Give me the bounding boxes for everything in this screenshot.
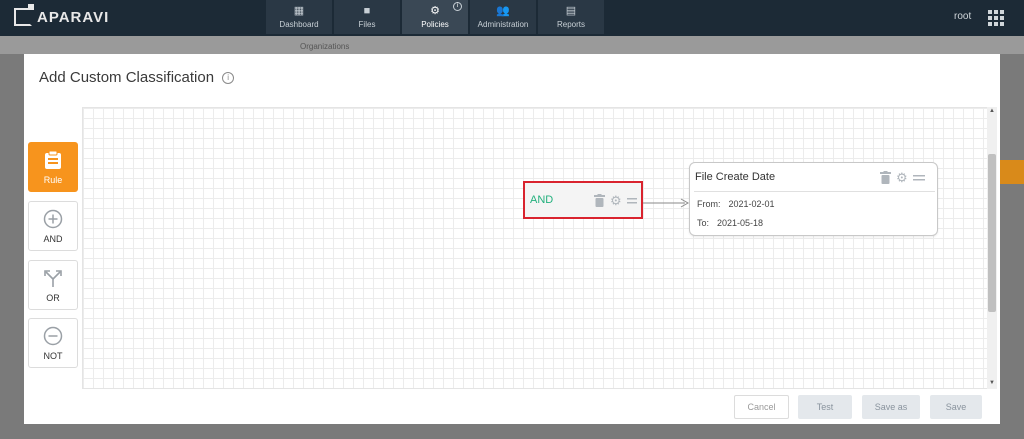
logo-text: APARAVI: [37, 8, 110, 26]
report-icon: ▤: [565, 5, 577, 17]
date-from-row: From: 2021-02-01: [697, 199, 775, 209]
scrollbar-thumb[interactable]: [988, 154, 996, 312]
nav-dashboard[interactable]: ▦ Dashboard: [266, 0, 332, 34]
date-from-value: 2021-02-01: [728, 199, 775, 209]
cancel-button[interactable]: Cancel: [734, 395, 789, 419]
and-node-actions: ⚙: [594, 194, 642, 207]
tool-or-label: OR: [46, 292, 60, 303]
date-node-actions: ⚙: [880, 171, 930, 184]
split-arrows-icon: [44, 269, 62, 287]
background-page-strip: Organizations: [0, 36, 1024, 54]
gear-icon: ⚙: [430, 5, 440, 17]
nav-reports[interactable]: ▤ Reports: [538, 0, 604, 34]
clipboard-icon: [45, 150, 61, 169]
tool-rule-label: Rule: [43, 174, 63, 185]
tool-or[interactable]: OR: [28, 260, 78, 310]
nav-administration-label: Administration: [477, 20, 529, 29]
aparavi-logo[interactable]: APARAVI: [14, 4, 110, 26]
minus-circle-icon: [43, 326, 63, 345]
tool-and-label: AND: [43, 233, 63, 244]
dialog-title-row: Add Custom Classification i: [39, 69, 235, 86]
gear-icon[interactable]: ⚙: [610, 194, 622, 207]
nav-files[interactable]: ■ Files: [334, 0, 400, 34]
drag-handle-icon[interactable]: [912, 174, 925, 181]
tool-not-label: NOT: [43, 350, 63, 361]
nav-policies[interactable]: ⚙ Policies i: [402, 0, 468, 34]
file-create-date-node[interactable]: File Create Date ⚙ From: 2021-02-01 To: …: [689, 162, 938, 236]
date-to-label: To:: [697, 218, 710, 228]
dialog-title: Add Custom Classification: [39, 69, 215, 86]
trash-icon[interactable]: [880, 171, 891, 184]
nav-dashboard-label: Dashboard: [279, 20, 319, 29]
apps-grid-icon[interactable]: [986, 8, 1004, 26]
folder-icon: ■: [363, 5, 371, 17]
nav-policies-info-icon: i: [453, 2, 462, 11]
nav-files-label: Files: [358, 20, 376, 29]
nav-administration[interactable]: 👥 Administration: [470, 0, 536, 34]
canvas-scrollbar[interactable]: ▲ ▼: [987, 107, 997, 389]
and-node-label: AND: [530, 194, 554, 206]
date-node-divider: [694, 191, 935, 192]
tool-not[interactable]: NOT: [28, 318, 78, 368]
user-name[interactable]: root: [954, 11, 971, 22]
nav-reports-label: Reports: [556, 20, 585, 29]
scroll-up-arrow-icon[interactable]: ▲: [988, 108, 996, 116]
scroll-down-arrow-icon[interactable]: ▼: [988, 380, 996, 388]
background-accent-block: [1000, 160, 1024, 184]
dashboard-icon: ▦: [293, 5, 305, 17]
date-to-value: 2021-05-18: [717, 218, 764, 228]
users-icon: 👥: [496, 5, 510, 17]
save-button[interactable]: Save: [930, 395, 982, 419]
main-nav: ▦ Dashboard ■ Files ⚙ Policies i 👥 Admin…: [266, 0, 606, 34]
and-node[interactable]: AND ⚙: [523, 181, 643, 219]
drag-handle-icon[interactable]: [626, 197, 637, 204]
date-node-title: File Create Date: [695, 171, 776, 183]
top-nav-bar: APARAVI ▦ Dashboard ■ Files ⚙ Policies i…: [0, 0, 1024, 36]
info-icon[interactable]: i: [222, 71, 235, 84]
connector-arrow: [643, 198, 690, 208]
trash-icon[interactable]: [594, 194, 605, 207]
add-custom-classification-dialog: Add Custom Classification i Rule AND OR: [24, 54, 1000, 424]
tool-rule[interactable]: Rule: [28, 142, 78, 192]
test-button[interactable]: Test: [798, 395, 852, 419]
gear-icon[interactable]: ⚙: [896, 171, 908, 184]
background-breadcrumb: Organizations: [300, 42, 350, 51]
rule-canvas[interactable]: AND ⚙ File Create Date ⚙ From: 2021-02-0…: [82, 107, 988, 389]
logo-mark-icon: [14, 4, 34, 26]
date-to-row: To: 2021-05-18: [697, 218, 763, 228]
save-as-button[interactable]: Save as: [862, 395, 920, 419]
date-from-label: From:: [697, 199, 721, 209]
nav-policies-label: Policies: [421, 20, 449, 29]
tool-and[interactable]: AND: [28, 201, 78, 251]
plus-circle-icon: [43, 209, 63, 228]
